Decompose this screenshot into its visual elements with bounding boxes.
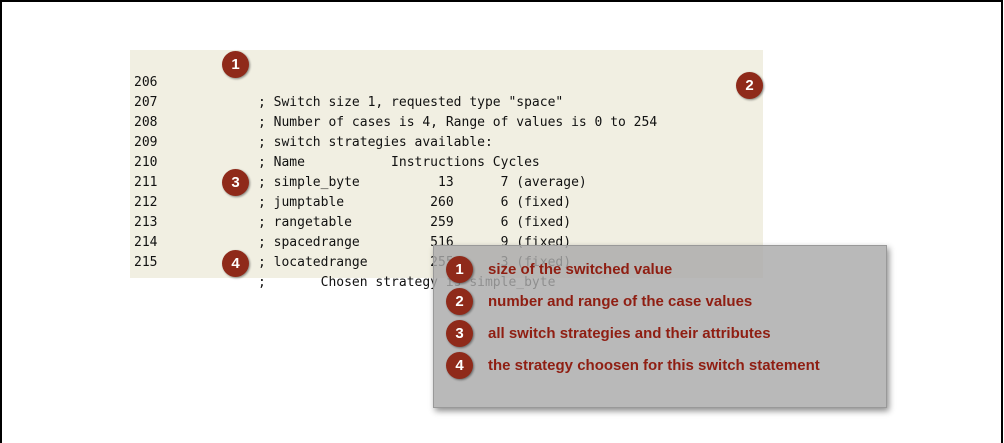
code-text: ; Switch size 1, requested type "space"	[258, 95, 564, 110]
legend-text: all switch strategies and their attribut…	[488, 325, 771, 342]
legend-badge: 4	[446, 352, 473, 379]
code-line-214: 214 ; locatedrange 255 3 (fixed)	[130, 213, 571, 270]
legend-badge: 2	[446, 288, 473, 315]
legend-badge: 3	[446, 320, 473, 347]
code-line-210: 210 ; simple_byte 13 7 (average)	[130, 133, 587, 190]
legend-text: size of the switched value	[488, 261, 673, 278]
legend-badge: 1	[446, 256, 473, 283]
code-line-213: 213 ; spacedrange 516 9 (fixed)	[130, 193, 571, 250]
code-text: ; simple_byte 13 7 (average)	[258, 175, 587, 190]
line-number: 215	[134, 255, 158, 270]
legend-panel: 1 size of the switched value 2 number an…	[433, 245, 887, 408]
callout-badge-2: 2	[736, 72, 763, 99]
code-line-209: 209 ; Name Instructions Cycles	[130, 113, 540, 170]
code-line-211: 211 ; jumptable 260 6 (fixed)	[130, 153, 571, 210]
callout-badge-1: 1	[222, 51, 249, 78]
code-line-207: 207 ; Number of cases is 4, Range of val…	[130, 73, 657, 130]
code-line-215: 215 ; Chosen strategy is simple_byte	[130, 233, 555, 290]
code-text: ; Name Instructions Cycles	[258, 155, 540, 170]
code-line-212: 212 ; rangetable 259 6 (fixed)	[130, 173, 571, 230]
legend-text: the strategy choosen for this switch sta…	[488, 357, 820, 374]
code-line-206: 206 ; Switch size 1, requested type "spa…	[130, 53, 563, 110]
code-line-208: 208 ; switch strategies available:	[130, 93, 493, 150]
code-text: ; rangetable 259 6 (fixed)	[258, 215, 572, 230]
callout-badge-3: 3	[222, 169, 249, 196]
legend-text: number and range of the case values	[488, 293, 753, 310]
code-text: ; jumptable 260 6 (fixed)	[258, 195, 572, 210]
code-text: ; switch strategies available:	[258, 135, 493, 150]
code-text: ; Number of cases is 4, Range of values …	[258, 115, 658, 130]
code-listing: 206 ; Switch size 1, requested type "spa…	[130, 50, 763, 290]
callout-badge-4: 4	[222, 250, 249, 277]
